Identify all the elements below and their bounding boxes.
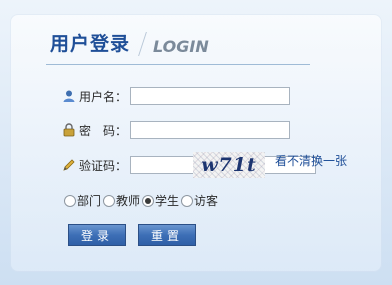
role-label: 学生 <box>155 194 180 208</box>
password-label-wrap: 密 码： <box>62 122 130 139</box>
role-option-teacher[interactable]: 教师 <box>103 192 140 209</box>
password-input[interactable] <box>130 121 290 139</box>
password-label: 密 码： <box>79 123 128 138</box>
title-separator <box>138 32 147 56</box>
role-selector: 部门 教师 学生 访客 <box>64 192 220 209</box>
reset-button[interactable]: 重置 <box>138 224 196 246</box>
pencil-icon <box>62 158 76 172</box>
title-divider <box>46 64 310 65</box>
page-subtitle: LOGIN <box>153 37 209 56</box>
lock-icon <box>62 123 76 137</box>
username-label-wrap: 用户名： <box>62 88 130 105</box>
radio-teacher[interactable] <box>103 194 116 207</box>
radio-visitor[interactable] <box>181 194 194 207</box>
captcha-image-text: w71t <box>201 154 257 176</box>
page-title: 用户登录 <box>50 33 131 55</box>
refresh-captcha-link[interactable]: 看不清换一张 <box>275 152 347 169</box>
radio-department[interactable] <box>64 194 76 207</box>
role-label: 教师 <box>116 194 141 208</box>
role-label: 部门 <box>77 194 102 208</box>
password-row: 密 码： <box>62 121 290 139</box>
captcha-label-wrap: 验证码： <box>62 157 130 174</box>
captcha-image[interactable]: w71t <box>193 152 265 178</box>
role-option-department[interactable]: 部门 <box>64 192 101 209</box>
role-option-student[interactable]: 学生 <box>142 192 179 209</box>
captcha-label: 验证码： <box>79 158 128 173</box>
username-row: 用户名： <box>62 87 290 105</box>
user-icon <box>62 89 76 103</box>
role-label: 访客 <box>194 194 219 208</box>
role-option-visitor[interactable]: 访客 <box>181 192 218 209</box>
username-input[interactable] <box>130 87 290 105</box>
username-label: 用户名： <box>79 89 128 104</box>
login-button[interactable]: 登录 <box>68 224 126 246</box>
title-area: 用户登录 LOGIN <box>50 30 209 56</box>
radio-student[interactable] <box>142 194 155 207</box>
